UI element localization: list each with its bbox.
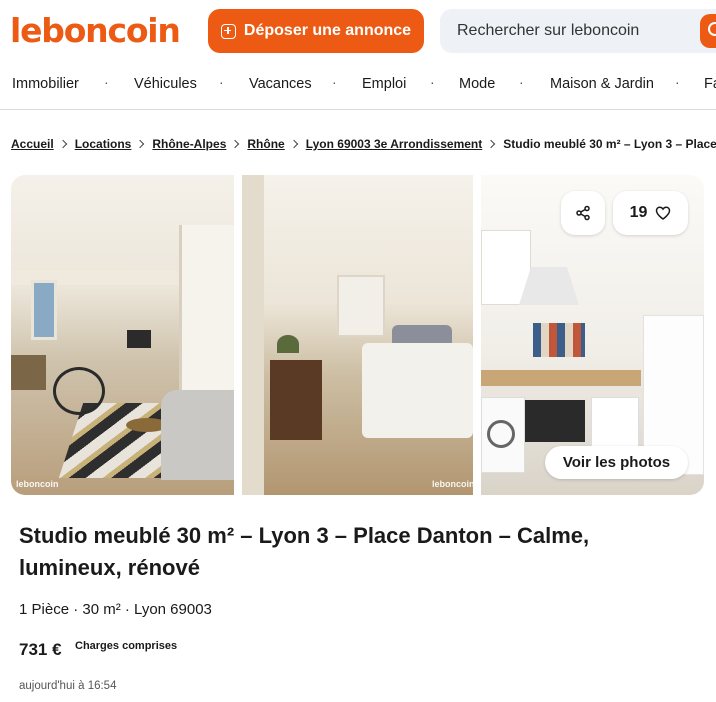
listing-meta: 1 Pièce · 30 m² · Lyon 69003 (19, 601, 212, 618)
microwave (525, 400, 585, 442)
separator-dot: · (332, 74, 337, 90)
favorite-button[interactable]: 19 (613, 191, 688, 235)
heart-icon (656, 206, 671, 220)
share-button[interactable] (561, 191, 605, 235)
listing-date: aujourd'hui à 16:54 (19, 680, 117, 692)
category-immobilier[interactable]: Immobilier (12, 76, 79, 92)
breadcrumb-lyon-3e[interactable]: Lyon 69003 3e Arrondissement (306, 137, 483, 151)
add-icon (220, 23, 236, 39)
dresser (270, 360, 322, 440)
category-vacances[interactable]: Vacances (249, 76, 312, 92)
separator-dot: · (219, 74, 224, 90)
charges-note: Charges comprises (75, 640, 178, 652)
bed (362, 343, 473, 438)
chevron-right-icon (486, 139, 496, 149)
listing-title: Studio meublé 30 m² – Lyon 3 – Place Dan… (19, 523, 590, 580)
chair (53, 367, 105, 415)
category-vehicules[interactable]: Véhicules (134, 76, 197, 92)
chevron-right-icon (136, 139, 145, 149)
separator-dot: · (104, 74, 109, 90)
see-photos-button[interactable]: Voir les photos (545, 446, 688, 479)
chevron-right-icon (289, 139, 298, 149)
chevron-right-icon (231, 139, 240, 149)
chevron-right-icon (58, 139, 67, 149)
listing-photo-living-room[interactable]: leboncoin (11, 175, 234, 495)
wardrobe-door (179, 225, 234, 415)
category-emploi[interactable]: Emploi (362, 76, 406, 92)
lamp (277, 335, 299, 353)
watermark: leboncoin (16, 479, 59, 489)
search-input[interactable]: Rechercher sur leboncoin (440, 9, 716, 53)
breadcrumb-rhone[interactable]: Rhône (247, 137, 284, 151)
breadcrumb-current-listing: Studio meublé 30 m² – Lyon 3 – Place Da (503, 137, 716, 151)
tiles (533, 323, 585, 357)
listing-price: 731 € (19, 640, 62, 659)
window (31, 280, 57, 340)
header: leboncoin Déposer une annonce Rechercher… (0, 0, 716, 62)
leboncoin-logo[interactable]: leboncoin (10, 11, 181, 51)
breadcrumb-accueil[interactable]: Accueil (11, 137, 54, 151)
breadcrumb: Accueil Locations Rhône-Alpes Rhône Lyon… (11, 136, 716, 152)
category-nav: Immobilier · Véhicules · Vacances · Empl… (0, 62, 716, 110)
sofa (161, 390, 234, 480)
share-icon (576, 205, 590, 221)
breadcrumb-locations[interactable]: Locations (75, 137, 132, 151)
listing-photo-bedroom[interactable]: leboncoin (242, 175, 473, 495)
category-maison-jardin[interactable]: Maison & Jardin (550, 76, 654, 92)
favorites-count: 19 (629, 204, 648, 221)
post-ad-label: Déposer une annonce (243, 22, 412, 39)
watermark: leboncoin (432, 479, 473, 489)
separator-dot: · (519, 74, 524, 90)
tv (127, 330, 151, 348)
category-truncated[interactable]: Fa (704, 76, 716, 92)
breadcrumb-rhone-alpes[interactable]: Rhône-Alpes (152, 137, 226, 151)
search-icon[interactable] (700, 14, 716, 48)
category-mode[interactable]: Mode (459, 76, 495, 92)
post-ad-button[interactable]: Déposer une annonce (208, 9, 424, 53)
separator-dot: · (430, 74, 435, 90)
countertop (481, 370, 641, 386)
separator-dot: · (675, 74, 680, 90)
search-placeholder: Rechercher sur leboncoin (457, 22, 640, 39)
